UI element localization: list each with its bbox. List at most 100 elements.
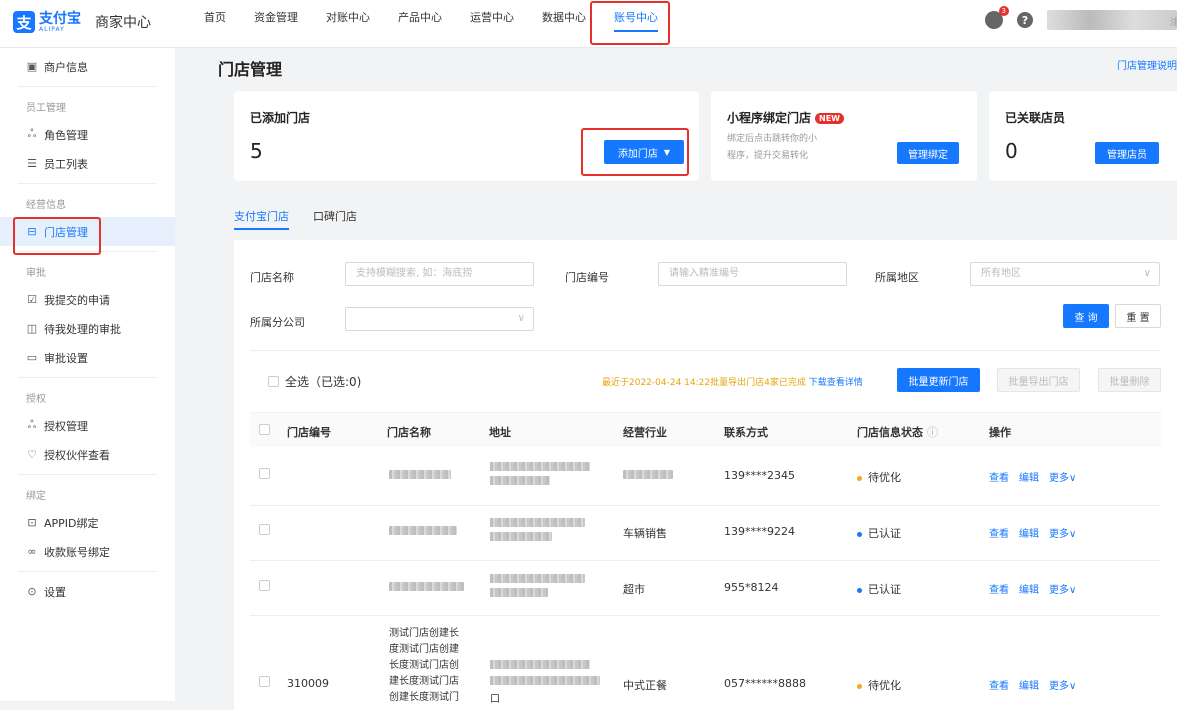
submit-icon: ☑ bbox=[27, 293, 37, 306]
edit-link[interactable]: 编辑 bbox=[1019, 469, 1039, 484]
store-list-panel: 门店名称 支持模糊搜索, 如：海底捞 门店编号 请输入精准编号 所属地区 所有地… bbox=[234, 240, 1177, 710]
tab-alipay-stores[interactable]: 支付宝门店 bbox=[234, 208, 289, 230]
row-checkbox[interactable] bbox=[259, 524, 270, 535]
chevron-down-icon: ∨ bbox=[1143, 268, 1151, 279]
more-dropdown[interactable]: 更多∨ bbox=[1049, 581, 1076, 596]
card-linked-staff: 已关联店员 0 管理店员 bbox=[989, 91, 1177, 181]
contact-phone: 955*8124 bbox=[724, 581, 779, 594]
view-link[interactable]: 查看 bbox=[989, 677, 1009, 692]
status-label: 已认证 bbox=[857, 525, 901, 541]
chevron-down-icon: ∨ bbox=[517, 313, 525, 324]
top-bar: 支 支付宝 ALIPAY 商家中心 首页 资金管理 对账中心 产品中心 运营中心… bbox=[0, 0, 1177, 48]
sidebar-item-auth-mgmt[interactable]: ஃ 授权管理 bbox=[0, 411, 175, 440]
branch-select[interactable]: ∨ bbox=[345, 307, 534, 331]
sidebar-item-auth-partner[interactable]: ♡ 授权伙伴查看 bbox=[0, 440, 175, 469]
bulk-export-button[interactable]: 批量导出门店 bbox=[997, 368, 1080, 392]
notification-count-badge: 3 bbox=[998, 6, 1009, 16]
address-redacted bbox=[490, 518, 585, 527]
edit-link[interactable]: 编辑 bbox=[1019, 581, 1039, 596]
highlight-box-add-store bbox=[581, 128, 689, 176]
address-redacted bbox=[490, 574, 585, 583]
industry: 车辆销售 bbox=[623, 527, 667, 540]
tab-koubei-stores[interactable]: 口碑门店 bbox=[313, 208, 357, 230]
question-circle-icon: ⓘ bbox=[927, 426, 938, 439]
store-name-redacted bbox=[389, 470, 451, 479]
status-dot bbox=[857, 587, 862, 593]
query-button[interactable]: 查 询 bbox=[1063, 304, 1109, 328]
sidebar-item-pending-approval[interactable]: ◫ 待我处理的审批 bbox=[0, 314, 175, 343]
help-icon[interactable]: ? bbox=[1017, 12, 1033, 28]
alipay-logo-icon: 支 bbox=[13, 11, 35, 33]
th-address: 地址 bbox=[489, 426, 511, 439]
contact-phone: 139****9224 bbox=[724, 525, 795, 538]
card-miniapp-desc-1: 绑定后点击跳转你的小 bbox=[727, 134, 818, 144]
store-name-redacted bbox=[389, 526, 457, 535]
sidebar-group-bind: 绑定 bbox=[26, 490, 46, 502]
sidebar-item-merchant-info[interactable]: ▣ 商户信息 bbox=[0, 52, 175, 81]
nav-reconciliation[interactable]: 对账中心 bbox=[312, 0, 384, 48]
users-icon: ஃ bbox=[27, 127, 37, 140]
manage-bind-button[interactable]: 管理绑定 bbox=[897, 142, 959, 164]
sidebar-item-settings[interactable]: ⊙ 设置 bbox=[0, 577, 175, 606]
more-dropdown[interactable]: 更多∨ bbox=[1049, 469, 1076, 484]
row-actions: 查看 编辑 更多∨ bbox=[989, 469, 1076, 484]
sidebar-item-account-bind[interactable]: ∞ 收款账号绑定 bbox=[0, 537, 175, 566]
header-checkbox[interactable] bbox=[259, 424, 270, 435]
view-link[interactable]: 查看 bbox=[989, 469, 1009, 484]
select-all-checkbox[interactable]: 全选（已选:0) bbox=[268, 373, 361, 390]
status-dot bbox=[857, 475, 862, 481]
user-key-icon: ஃ bbox=[27, 418, 37, 431]
gear-icon: ⊙ bbox=[27, 585, 37, 598]
address-redacted bbox=[490, 462, 590, 471]
nav-operations[interactable]: 运营中心 bbox=[456, 0, 528, 48]
region-select[interactable]: 所有地区 ∨ bbox=[970, 262, 1160, 286]
nav-products[interactable]: 产品中心 bbox=[384, 0, 456, 48]
address-redacted bbox=[490, 588, 548, 597]
th-status: 门店信息状态 ⓘ bbox=[857, 426, 938, 439]
store-name-input[interactable]: 支持模糊搜索, 如：海底捞 bbox=[345, 262, 534, 286]
row-actions: 查看 编辑 更多∨ bbox=[989, 581, 1076, 596]
user-account-menu[interactable]: 注 bbox=[1047, 10, 1177, 30]
nav-home[interactable]: 首页 bbox=[190, 0, 240, 48]
notification-bell-icon[interactable]: 3 bbox=[985, 6, 1009, 29]
logo-en-text: ALIPAY bbox=[39, 25, 65, 33]
row-checkbox[interactable] bbox=[259, 676, 270, 687]
sidebar-item-approval-settings[interactable]: ▭ 审批设置 bbox=[0, 343, 175, 372]
alipay-logo[interactable]: 支 支付宝 ALIPAY 商家中心 bbox=[13, 8, 151, 36]
bulk-update-button[interactable]: 批量更新门店 bbox=[897, 368, 980, 392]
help-doc-link[interactable]: 门店管理说明 bbox=[1117, 57, 1177, 72]
address-tail: 口 bbox=[490, 694, 500, 705]
more-dropdown[interactable]: 更多∨ bbox=[1049, 677, 1076, 692]
view-link[interactable]: 查看 bbox=[989, 581, 1009, 596]
row-checkbox[interactable] bbox=[259, 580, 270, 591]
card-miniapp-desc-2: 程序，提升交易转化 bbox=[727, 151, 809, 161]
store-type-tabs: 支付宝门店 口碑门店 bbox=[234, 208, 357, 230]
sidebar-item-appid-bind[interactable]: ⊡ APPID绑定 bbox=[0, 508, 175, 537]
bulk-delete-button[interactable]: 批量删除 bbox=[1098, 368, 1161, 392]
user-tail-text: 注 bbox=[1169, 18, 1177, 28]
highlight-box-store-mgmt bbox=[13, 217, 101, 255]
manage-staff-button[interactable]: 管理店员 bbox=[1095, 142, 1159, 164]
download-details-link[interactable]: 下载查看详情 bbox=[809, 378, 863, 388]
row-actions: 查看 编辑 更多∨ bbox=[989, 525, 1076, 540]
card-added-count: 5 bbox=[250, 139, 263, 163]
row-checkbox[interactable] bbox=[259, 468, 270, 479]
more-dropdown[interactable]: 更多∨ bbox=[1049, 525, 1076, 540]
nav-funds[interactable]: 资金管理 bbox=[240, 0, 312, 48]
edit-link[interactable]: 编辑 bbox=[1019, 525, 1039, 540]
reset-button[interactable]: 重 置 bbox=[1115, 304, 1161, 328]
store-name-redacted bbox=[389, 582, 464, 591]
store-code-input[interactable]: 请输入精准编号 bbox=[658, 262, 847, 286]
address-redacted bbox=[490, 476, 550, 485]
edit-link[interactable]: 编辑 bbox=[1019, 677, 1039, 692]
address-redacted bbox=[490, 660, 590, 669]
view-link[interactable]: 查看 bbox=[989, 525, 1009, 540]
settings-card-icon: ▭ bbox=[26, 351, 38, 364]
sidebar-item-my-submitted[interactable]: ☑ 我提交的申请 bbox=[0, 285, 175, 314]
sidebar-item-role-mgmt[interactable]: ஃ 角色管理 bbox=[0, 120, 175, 149]
sidebar-item-staff-list[interactable]: ☰ 员工列表 bbox=[0, 149, 175, 178]
page-title: 门店管理 bbox=[218, 60, 283, 79]
address-redacted bbox=[490, 532, 552, 541]
th-industry: 经营行业 bbox=[623, 426, 667, 439]
status-label: 待优化 bbox=[857, 469, 901, 485]
